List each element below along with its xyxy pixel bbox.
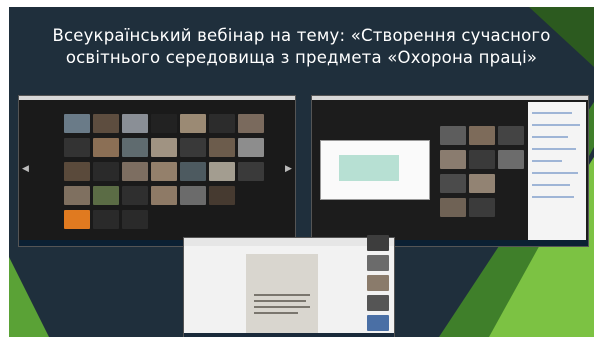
video-tile [151, 138, 177, 157]
doc-text-line [254, 300, 306, 302]
slide-title-line-1: Всеукраїнський вебінар на тему: «Створен… [52, 26, 551, 45]
windows-taskbar [184, 333, 394, 337]
video-tile [469, 126, 495, 145]
video-tile [367, 235, 389, 251]
green-stripe-left [9, 257, 49, 337]
chat-line [532, 148, 576, 150]
video-tile [180, 162, 206, 181]
video-tile [93, 210, 119, 229]
video-tile [151, 162, 177, 181]
chat-line [532, 124, 580, 126]
zoom-gallery-screenshot: ◀ ▶ [18, 95, 296, 247]
video-tile [122, 210, 148, 229]
video-tile [209, 162, 235, 181]
video-tile [469, 174, 495, 193]
document-page [246, 254, 318, 336]
video-tile [64, 138, 90, 157]
video-tile [64, 162, 90, 181]
video-tile [180, 114, 206, 133]
video-tile [122, 186, 148, 205]
doc-text-line [254, 306, 310, 308]
prev-page-icon: ◀ [22, 164, 29, 174]
video-tile [93, 114, 119, 133]
window-title-bar [312, 96, 588, 100]
window-title-bar [19, 96, 295, 100]
video-tile [209, 114, 235, 133]
chat-line [532, 172, 578, 174]
next-page-icon: ▶ [285, 164, 292, 174]
video-tile [238, 114, 264, 133]
video-tile [367, 295, 389, 311]
video-tile [498, 150, 524, 169]
zoom-shared-screen-screenshot [311, 95, 589, 247]
video-tile [180, 186, 206, 205]
chat-panel [528, 102, 586, 240]
video-tile [180, 138, 206, 157]
video-tile [64, 210, 90, 229]
video-tile [209, 138, 235, 157]
word-document-screenshot [183, 237, 395, 337]
video-tile [93, 186, 119, 205]
video-tile [122, 138, 148, 157]
video-tile [440, 126, 466, 145]
video-tile [93, 162, 119, 181]
ribbon-bar [184, 238, 394, 246]
slide-title: Всеукраїнський вебінар на тему: «Створен… [9, 25, 594, 69]
video-tile [367, 275, 389, 291]
video-tile [122, 162, 148, 181]
video-tile [151, 186, 177, 205]
video-tile [151, 114, 177, 133]
video-tile [209, 186, 235, 205]
doc-text-line [254, 294, 310, 296]
video-tile [469, 150, 495, 169]
video-tile [367, 315, 389, 331]
chat-line [532, 160, 562, 162]
video-tile [498, 126, 524, 145]
chat-line [532, 196, 574, 198]
video-tile [367, 255, 389, 271]
video-tile [440, 198, 466, 217]
video-tile [93, 138, 119, 157]
video-tile [440, 174, 466, 193]
doc-text-line [254, 312, 298, 314]
presentation-slide: Всеукраїнський вебінар на тему: «Створен… [9, 7, 594, 337]
shared-window [320, 140, 430, 200]
video-tile [64, 114, 90, 133]
video-tile [469, 198, 495, 217]
video-tile [238, 162, 264, 181]
slide-title-line-2: освітнього середовища з предмета «Охорон… [65, 48, 538, 67]
video-tile [122, 114, 148, 133]
chat-line [532, 184, 570, 186]
chat-line [532, 136, 568, 138]
video-tile [64, 186, 90, 205]
chat-line [532, 112, 572, 114]
shared-content [339, 155, 399, 181]
video-tile [238, 138, 264, 157]
video-tile [440, 150, 466, 169]
